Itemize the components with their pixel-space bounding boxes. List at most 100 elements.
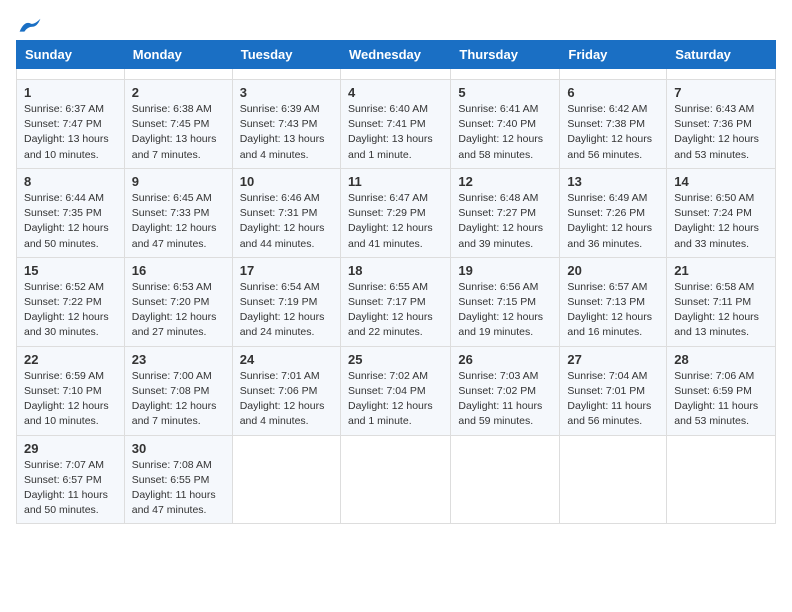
calendar-table: SundayMondayTuesdayWednesdayThursdayFrid… <box>16 40 776 524</box>
col-header-thursday: Thursday <box>451 41 560 69</box>
sunrise-text: Sunrise: 6:57 AM <box>567 281 647 293</box>
calendar-cell <box>232 69 340 80</box>
day-number: 25 <box>348 352 443 367</box>
day-number: 28 <box>674 352 768 367</box>
day-info: Sunrise: 6:46 AMSunset: 7:31 PMDaylight:… <box>240 191 333 252</box>
day-info: Sunrise: 6:37 AMSunset: 7:47 PMDaylight:… <box>24 102 117 163</box>
day-number: 22 <box>24 352 117 367</box>
sunrise-text: Sunrise: 7:04 AM <box>567 370 647 382</box>
day-number: 8 <box>24 174 117 189</box>
sunset-text: Sunset: 7:41 PM <box>348 118 426 130</box>
col-header-friday: Friday <box>560 41 667 69</box>
day-number: 10 <box>240 174 333 189</box>
sunset-text: Sunset: 7:02 PM <box>458 385 536 397</box>
daylight-text: Daylight: 11 hours and 47 minutes. <box>132 489 216 516</box>
sunset-text: Sunset: 7:08 PM <box>132 385 210 397</box>
daylight-text: Daylight: 12 hours and 56 minutes. <box>567 133 652 160</box>
calendar-cell: 20Sunrise: 6:57 AMSunset: 7:13 PMDayligh… <box>560 257 667 346</box>
sunrise-text: Sunrise: 6:39 AM <box>240 103 320 115</box>
day-info: Sunrise: 6:48 AMSunset: 7:27 PMDaylight:… <box>458 191 552 252</box>
col-header-sunday: Sunday <box>17 41 125 69</box>
daylight-text: Daylight: 12 hours and 41 minutes. <box>348 222 433 249</box>
day-number: 18 <box>348 263 443 278</box>
daylight-text: Daylight: 11 hours and 59 minutes. <box>458 400 542 427</box>
day-info: Sunrise: 6:54 AMSunset: 7:19 PMDaylight:… <box>240 280 333 341</box>
calendar-week-4: 22 Sunrise: 6:59 AMSunset: 7:10 PMDayligh… <box>17 346 776 435</box>
calendar-header-row: SundayMondayTuesdayWednesdayThursdayFrid… <box>17 41 776 69</box>
day-info: Sunrise: 6:40 AMSunset: 7:41 PMDaylight:… <box>348 102 443 163</box>
col-header-saturday: Saturday <box>667 41 776 69</box>
daylight-text: Daylight: 13 hours and 4 minutes. <box>240 133 325 160</box>
day-number: 3 <box>240 85 333 100</box>
calendar-cell <box>560 435 667 524</box>
sunset-text: Sunset: 7:15 PM <box>458 296 536 308</box>
daylight-text: Daylight: 12 hours and 24 minutes. <box>240 311 325 338</box>
calendar-cell: 8Sunrise: 6:44 AMSunset: 7:35 PMDaylight… <box>17 168 125 257</box>
calendar-cell: 15Sunrise: 6:52 AMSunset: 7:22 PMDayligh… <box>17 257 125 346</box>
sunset-text: Sunset: 7:11 PM <box>674 296 751 308</box>
calendar-cell: 5Sunrise: 6:41 AMSunset: 7:40 PMDaylight… <box>451 80 560 169</box>
daylight-text: Daylight: 11 hours and 53 minutes. <box>674 400 758 427</box>
daylight-text: Daylight: 12 hours and 30 minutes. <box>24 311 109 338</box>
calendar-cell: 2 Sunrise: 6:38 AMSunset: 7:45 PMDaylight… <box>124 80 232 169</box>
calendar-cell: 7Sunrise: 6:43 AMSunset: 7:36 PMDaylight… <box>667 80 776 169</box>
day-info: Sunrise: 7:00 AMSunset: 7:08 PMDaylight:… <box>132 369 225 430</box>
day-info: Sunrise: 6:38 AMSunset: 7:45 PMDaylight:… <box>132 102 225 163</box>
day-info: Sunrise: 6:39 AMSunset: 7:43 PMDaylight:… <box>240 102 333 163</box>
logo <box>16 16 42 32</box>
calendar-cell: 6Sunrise: 6:42 AMSunset: 7:38 PMDaylight… <box>560 80 667 169</box>
sunrise-text: Sunrise: 7:07 AM <box>24 459 104 471</box>
sunrise-text: Sunrise: 6:56 AM <box>458 281 538 293</box>
day-number: 20 <box>567 263 659 278</box>
calendar-cell <box>17 69 125 80</box>
day-number: 4 <box>348 85 443 100</box>
sunrise-text: Sunrise: 6:44 AM <box>24 192 104 204</box>
daylight-text: Daylight: 12 hours and 27 minutes. <box>132 311 217 338</box>
daylight-text: Daylight: 13 hours and 1 minute. <box>348 133 433 160</box>
sunrise-text: Sunrise: 7:06 AM <box>674 370 754 382</box>
sunset-text: Sunset: 7:45 PM <box>132 118 210 130</box>
sunrise-text: Sunrise: 7:03 AM <box>458 370 538 382</box>
sunrise-text: Sunrise: 7:02 AM <box>348 370 428 382</box>
calendar-week-2: 8Sunrise: 6:44 AMSunset: 7:35 PMDaylight… <box>17 168 776 257</box>
day-number: 2 <box>132 85 225 100</box>
day-number: 14 <box>674 174 768 189</box>
day-info: Sunrise: 6:59 AMSunset: 7:10 PMDaylight:… <box>24 369 117 430</box>
calendar-cell: 29Sunrise: 7:07 AMSunset: 6:57 PMDayligh… <box>17 435 125 524</box>
sunset-text: Sunset: 7:04 PM <box>348 385 426 397</box>
calendar-cell: 23 Sunrise: 7:00 AMSunset: 7:08 PMDayligh… <box>124 346 232 435</box>
day-info: Sunrise: 6:47 AMSunset: 7:29 PMDaylight:… <box>348 191 443 252</box>
sunset-text: Sunset: 7:40 PM <box>458 118 536 130</box>
sunset-text: Sunset: 7:36 PM <box>674 118 752 130</box>
day-number: 26 <box>458 352 552 367</box>
day-info: Sunrise: 6:42 AM Sunset: 7:38 PM Daylight:… <box>567 102 659 163</box>
sunset-text: Sunset: 7:31 PM <box>240 207 318 219</box>
calendar-cell <box>667 69 776 80</box>
sunrise-text: Sunrise: 6:48 AM <box>458 192 538 204</box>
col-header-wednesday: Wednesday <box>340 41 450 69</box>
day-number: 27 <box>567 352 659 367</box>
day-info: Sunrise: 7:03 AM Sunset: 7:02 PM Daylight:… <box>458 369 552 430</box>
day-info: Sunrise: 6:50 AMSunset: 7:24 PMDaylight:… <box>674 191 768 252</box>
day-number: 23 <box>132 352 225 367</box>
calendar-cell: 1Sunrise: 6:37 AMSunset: 7:47 PMDaylight… <box>17 80 125 169</box>
calendar-cell: 27Sunrise: 7:04 AMSunset: 7:01 PMDayligh… <box>560 346 667 435</box>
day-info: Sunrise: 7:02 AM Sunset: 7:04 PM Daylight:… <box>348 369 443 430</box>
sunset-text: Sunset: 7:01 PM <box>567 385 645 397</box>
sunrise-text: Sunrise: 6:52 AM <box>24 281 104 293</box>
daylight-text: Daylight: 12 hours and 10 minutes. <box>24 400 109 427</box>
sunrise-text: Sunrise: 6:59 AM <box>24 370 104 382</box>
sunrise-text: Sunrise: 6:47 AM <box>348 192 428 204</box>
day-number: 11 <box>348 174 443 189</box>
daylight-text: Daylight: 12 hours and 1 minute. <box>348 400 433 427</box>
daylight-text: Daylight: 12 hours and 47 minutes. <box>132 222 217 249</box>
calendar-week-3: 15Sunrise: 6:52 AMSunset: 7:22 PMDayligh… <box>17 257 776 346</box>
daylight-text: Daylight: 12 hours and 44 minutes. <box>240 222 325 249</box>
sunset-text: Sunset: 7:17 PM <box>348 296 426 308</box>
daylight-text: Daylight: 12 hours and 13 minutes. <box>674 311 759 338</box>
sunset-text: Sunset: 7:38 PM <box>567 118 645 130</box>
sunrise-text: Sunrise: 6:43 AM <box>674 103 754 115</box>
sunset-text: Sunset: 7:24 PM <box>674 207 752 219</box>
sunset-text: Sunset: 6:57 PM <box>24 474 102 486</box>
sunrise-text: Sunrise: 6:42 AM <box>567 103 647 115</box>
